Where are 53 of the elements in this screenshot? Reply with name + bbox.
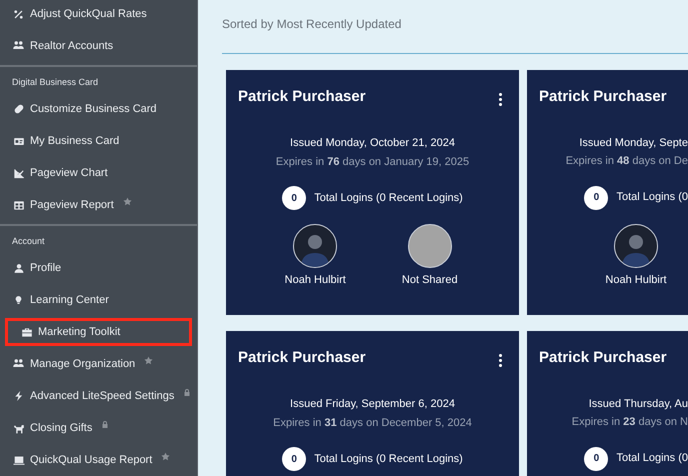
- expiry-text: Expires in 31 days on December 5, 2024: [272, 416, 473, 430]
- lightbulb-icon: [14, 294, 23, 306]
- card-title: Patrick Purchaser: [539, 87, 667, 107]
- section-heading: Account: [11, 235, 46, 248]
- sidebar-item[interactable]: Pageview Report: [0, 191, 197, 219]
- sidebar-item[interactable]: My Business Card: [0, 127, 197, 155]
- card-title: Patrick Purchaser: [238, 87, 366, 107]
- issued-date: Issued Monday, October 21, 2024: [289, 136, 456, 151]
- people-icon: [12, 358, 25, 370]
- expiry-text: Expires in 48 days on De: [564, 154, 688, 169]
- sidebar-item[interactable]: Closing Gifts: [0, 414, 197, 442]
- avatar-placeholder: [408, 224, 452, 268]
- login-count: 0: [282, 186, 306, 210]
- person-name: Noah Hulbirt: [284, 273, 346, 288]
- issued-date: Issued Friday, September 6, 2024: [289, 397, 456, 412]
- issued-date: Issued Monday, Septe: [578, 136, 688, 150]
- issued-date: Issued Thursday, Au: [588, 396, 688, 412]
- sidebar-item[interactable]: Pageview Chart: [0, 159, 197, 187]
- card-title: Patrick Purchaser: [238, 348, 366, 368]
- sidebar-item[interactable]: Customize Business Card: [0, 95, 197, 123]
- toolbox-icon: [20, 326, 32, 338]
- person-name: Noah Hulbirt: [605, 272, 667, 288]
- sidebar-item[interactable]: Manage Organization: [0, 350, 197, 378]
- sidebar-item[interactable]: Marketing Toolkit: [5, 318, 192, 346]
- id-card-icon: [12, 136, 24, 146]
- logins-text: Total Logins (0: [616, 451, 688, 466]
- card-title: Patrick Purchaser: [539, 348, 667, 368]
- logins-text: Total Logins (0 Recent Logins): [314, 452, 463, 467]
- dog-icon: [12, 422, 24, 434]
- laptop-icon: [12, 454, 24, 466]
- login-count: 0: [282, 447, 306, 471]
- sidebar-item[interactable]: Advanced LiteSpeed Settings: [0, 382, 197, 410]
- login-count: 0: [584, 446, 608, 470]
- logins-text: Total Logins (0 Recent Logins): [314, 190, 463, 206]
- sidebar-item[interactable]: Adjust QuickQual Rates: [0, 0, 197, 28]
- lightning-icon: [14, 390, 24, 402]
- table-icon: [12, 200, 24, 210]
- people-icon: [12, 40, 25, 52]
- person-name: Not Shared: [402, 273, 458, 288]
- sort-caption: Sorted by Most Recently Updated: [222, 16, 402, 33]
- sidebar-item[interactable]: QuickQual Usage Report: [0, 446, 197, 474]
- sidebar-item[interactable]: Realtor Accounts: [0, 32, 197, 60]
- logins-text: Total Logins (0: [616, 190, 688, 206]
- percent-icon: [13, 8, 24, 20]
- sidebar-item[interactable]: Learning Center: [0, 286, 197, 314]
- login-count: 0: [584, 186, 608, 210]
- person-icon: [14, 262, 24, 274]
- sidebar-item[interactable]: Profile: [0, 254, 197, 282]
- avatar-silhouette: [614, 224, 658, 268]
- expiry-text: Expires in 76 days on January 19, 2025: [274, 154, 470, 170]
- section-heading: Digital Business Card: [11, 76, 100, 90]
- avatar-silhouette: [293, 224, 338, 268]
- expiry-text: Expires in 23 days on N: [570, 415, 688, 430]
